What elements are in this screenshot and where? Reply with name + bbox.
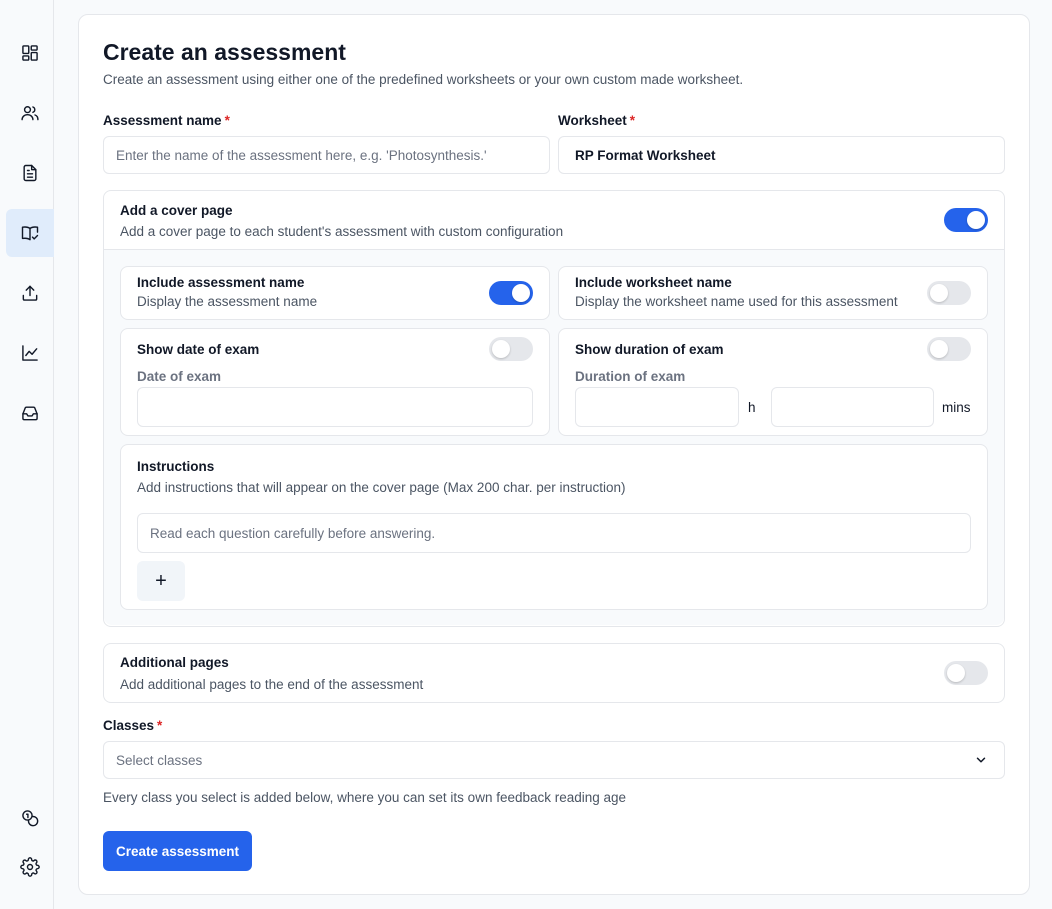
toggle-knob — [512, 284, 530, 302]
chart-line-icon — [22, 345, 38, 361]
required-mark: * — [224, 113, 230, 128]
sidebar — [0, 0, 54, 909]
include-assessment-name-description: Display the assessment name — [137, 294, 318, 309]
assessment-name-label: Assessment name * — [103, 113, 230, 128]
additional-pages-panel: Additional pages Add additional pages to… — [103, 643, 1005, 703]
instructions-description: Add instructions that will appear on the… — [137, 480, 626, 495]
include-worksheet-name-toggle[interactable] — [927, 281, 971, 305]
assessment-name-label-text: Assessment name — [103, 113, 222, 128]
toggle-knob — [967, 211, 985, 229]
toggle-knob — [947, 664, 965, 682]
classes-placeholder: Select classes — [116, 752, 203, 768]
users-icon — [21, 106, 39, 121]
toggle-knob — [930, 284, 948, 302]
coins-icon — [22, 810, 39, 827]
classes-help-text: Every class you select is added below, w… — [103, 790, 627, 805]
assessment-name-input[interactable] — [103, 136, 550, 174]
date-of-exam-label: Date of exam — [137, 369, 222, 384]
additional-pages-description: Add additional pages to the end of the a… — [120, 677, 424, 692]
include-assessment-name-toggle[interactable] — [489, 281, 533, 305]
gear-icon — [20, 857, 40, 877]
page-title: Create an assessment — [103, 39, 346, 65]
create-assessment-button[interactable]: Create assessment — [103, 831, 252, 871]
duration-hours-input[interactable] — [575, 387, 739, 427]
cover-page-options: Include assessment name Display the asse… — [104, 249, 1004, 625]
required-mark: * — [157, 718, 163, 733]
include-assessment-name-card: Include assessment name Display the asse… — [120, 266, 550, 320]
instructions-title: Instructions — [137, 459, 215, 474]
nav-documents[interactable] — [6, 149, 54, 197]
additional-pages-title: Additional pages — [120, 655, 229, 670]
nav-dashboard[interactable] — [6, 29, 54, 77]
show-duration-title: Show duration of exam — [575, 342, 724, 357]
worksheet-select[interactable]: RP Format Worksheet — [558, 136, 1005, 174]
classes-label: Classes * — [103, 718, 162, 733]
cover-page-toggle[interactable] — [944, 208, 988, 232]
cover-page-title: Add a cover page — [120, 203, 233, 218]
nav-analytics[interactable] — [6, 329, 54, 377]
date-of-exam-input[interactable] — [137, 387, 533, 427]
show-date-toggle[interactable] — [489, 337, 533, 361]
include-worksheet-name-title: Include worksheet name — [575, 275, 732, 290]
show-date-title: Show date of exam — [137, 342, 260, 357]
classes-select[interactable]: Select classes — [103, 741, 1005, 779]
include-worksheet-name-card: Include worksheet name Display the works… — [558, 266, 988, 320]
inbox-icon — [22, 406, 38, 421]
instruction-input[interactable] — [137, 513, 971, 553]
additional-pages-toggle[interactable] — [944, 661, 988, 685]
show-duration-card: Show duration of exam Duration of exam h… — [558, 328, 988, 436]
duration-mins-input[interactable] — [771, 387, 934, 427]
nav-credits[interactable] — [6, 794, 54, 842]
cover-page-panel: Add a cover page Add a cover page to eac… — [103, 190, 1005, 627]
book-check-icon — [21, 226, 39, 241]
create-assessment-card: Create an assessment Create an assessmen… — [78, 14, 1030, 895]
chevron-down-icon — [976, 757, 986, 763]
upload-icon — [22, 285, 38, 301]
worksheet-label: Worksheet * — [558, 113, 635, 128]
show-date-card: Show date of exam Date of exam — [120, 328, 550, 436]
worksheet-selected-value: RP Format Worksheet — [575, 147, 716, 163]
worksheet-label-text: Worksheet — [558, 113, 627, 128]
nav-upload[interactable] — [6, 269, 54, 317]
cover-page-description: Add a cover page to each student's asses… — [120, 224, 564, 239]
include-worksheet-name-description: Display the worksheet name used for this… — [575, 294, 898, 309]
mins-unit: mins — [942, 400, 971, 415]
dashboard-icon — [22, 45, 38, 61]
nav-users[interactable] — [6, 89, 54, 137]
add-instruction-button[interactable]: + — [137, 561, 185, 601]
show-duration-toggle[interactable] — [927, 337, 971, 361]
instructions-card: Instructions Add instructions that will … — [120, 444, 988, 610]
required-mark: * — [629, 113, 636, 128]
page-subtitle: Create an assessment using either one of… — [103, 72, 744, 87]
nav-assessments[interactable] — [6, 209, 54, 257]
toggle-knob — [492, 340, 510, 358]
nav-inbox[interactable] — [6, 389, 54, 437]
hours-unit: h — [748, 400, 756, 415]
include-assessment-name-title: Include assessment name — [137, 275, 305, 290]
nav-settings[interactable] — [6, 843, 54, 891]
document-icon — [23, 164, 37, 182]
classes-label-text: Classes — [103, 718, 155, 733]
duration-of-exam-label: Duration of exam — [575, 369, 686, 384]
toggle-knob — [930, 340, 948, 358]
